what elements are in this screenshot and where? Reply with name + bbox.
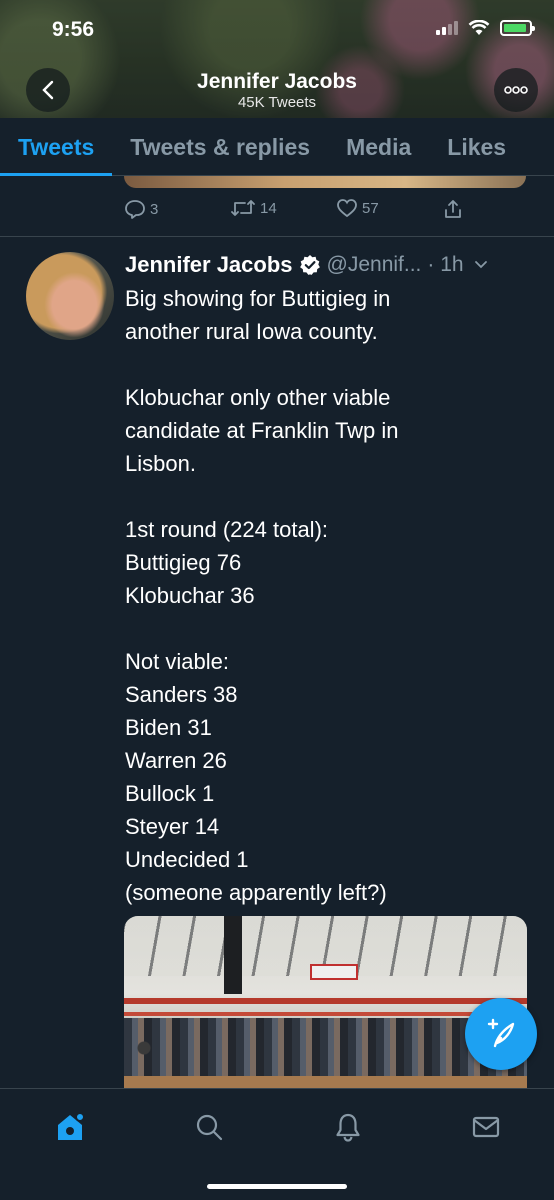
tweet-text-line: Bullock 1 [125, 781, 215, 806]
share-button[interactable] [442, 198, 464, 220]
tweet-text-line: Klobuchar 36 [125, 583, 255, 608]
wifi-icon [468, 20, 490, 35]
tweet-handle[interactable]: @Jennif... [327, 253, 422, 277]
status-icons [436, 20, 535, 36]
tweet-author-name[interactable]: Jennifer Jacobs [125, 252, 293, 278]
previous-tweet-media[interactable] [124, 176, 526, 188]
tweet-text-line: Biden 31 [125, 715, 212, 740]
reply-button[interactable]: 3 [124, 198, 158, 220]
tweet-photo[interactable] [124, 916, 527, 1088]
tweet-text-line: 1st round (224 total): [125, 517, 329, 542]
tweet-text-line [125, 348, 525, 381]
gym-floor [124, 1076, 527, 1088]
profile-tabs: Tweets Tweets & replies Media Likes [0, 118, 554, 176]
profile-banner: 9:56 Jennifer Jacobs 45K Tweets [0, 0, 554, 118]
tweet-text-line [125, 612, 525, 645]
tweet-text-line: another rural Iowa county. [125, 319, 378, 344]
profile-name: Jennifer Jacobs [197, 70, 357, 93]
signal-icon [436, 21, 458, 35]
nav-search[interactable] [189, 1107, 229, 1147]
status-time: 9:56 [52, 18, 95, 41]
compose-tweet-icon [487, 1018, 515, 1048]
mail-icon [472, 1116, 500, 1138]
more-button[interactable] [494, 68, 538, 112]
tweet-text-line: Big showing for Buttigieg in [125, 286, 391, 311]
tweet-text-line: Klobuchar only other viable [125, 385, 391, 410]
tweet-text-line: Not viable: [125, 649, 229, 674]
tab-tweets-replies[interactable]: Tweets & replies [112, 118, 328, 175]
reply-icon [125, 200, 145, 219]
retweet-button[interactable]: 14 [230, 198, 277, 218]
basketball-hoop [224, 916, 242, 994]
tweet-text: Big showing for Buttigieg in another rur… [125, 282, 525, 909]
tweet-count: 45K Tweets [237, 94, 317, 111]
search-icon [196, 1114, 223, 1141]
verified-badge-icon [299, 255, 320, 275]
nav-home[interactable] [50, 1107, 90, 1147]
retweet-count: 14 [260, 199, 277, 217]
nav-messages[interactable] [466, 1107, 506, 1147]
tab-likes[interactable]: Likes [429, 118, 524, 175]
tab-media[interactable]: Media [328, 118, 429, 175]
tweet-text-line: candidate at Franklin Twp in [125, 418, 399, 443]
like-count: 57 [362, 199, 379, 217]
tweet-text-line: Buttigieg 76 [125, 550, 242, 575]
tweet-text-line: Undecided 1 [125, 847, 249, 872]
tweet-header: Jennifer Jacobs @Jennif... · 1h [125, 250, 535, 280]
share-icon [445, 200, 461, 218]
like-button[interactable]: 57 [336, 198, 379, 218]
chevron-down-icon[interactable] [474, 260, 488, 270]
heart-icon [337, 199, 357, 218]
scoreboard [310, 964, 358, 980]
nav-notifications[interactable] [328, 1107, 368, 1147]
compose-tweet-button[interactable] [465, 998, 537, 1070]
tweet-divider [0, 236, 554, 237]
tweet-text-line: Lisbon. [125, 451, 196, 476]
bell-icon [336, 1113, 360, 1142]
home-icon [58, 1112, 85, 1140]
tweet-time: · 1h [427, 253, 464, 276]
battery-icon [500, 20, 535, 36]
wall-stripe [124, 998, 527, 1004]
tweet-text-line: (someone apparently left?) [125, 880, 387, 905]
tweet-text-line [125, 480, 525, 513]
avatar[interactable] [26, 252, 114, 340]
wall-stripe [124, 1012, 527, 1016]
ellipsis-icon [504, 86, 528, 94]
home-indicator[interactable] [207, 1184, 347, 1189]
tweet-text-line: Steyer 14 [125, 814, 220, 839]
tweet-text-line: Sanders 38 [125, 682, 238, 707]
retweet-icon [231, 200, 255, 216]
previous-tweet-actions: 3 14 57 [124, 198, 524, 228]
tab-tweets[interactable]: Tweets [0, 118, 113, 176]
tweet-text-line: Warren 26 [125, 748, 227, 773]
reply-count: 3 [150, 200, 159, 218]
